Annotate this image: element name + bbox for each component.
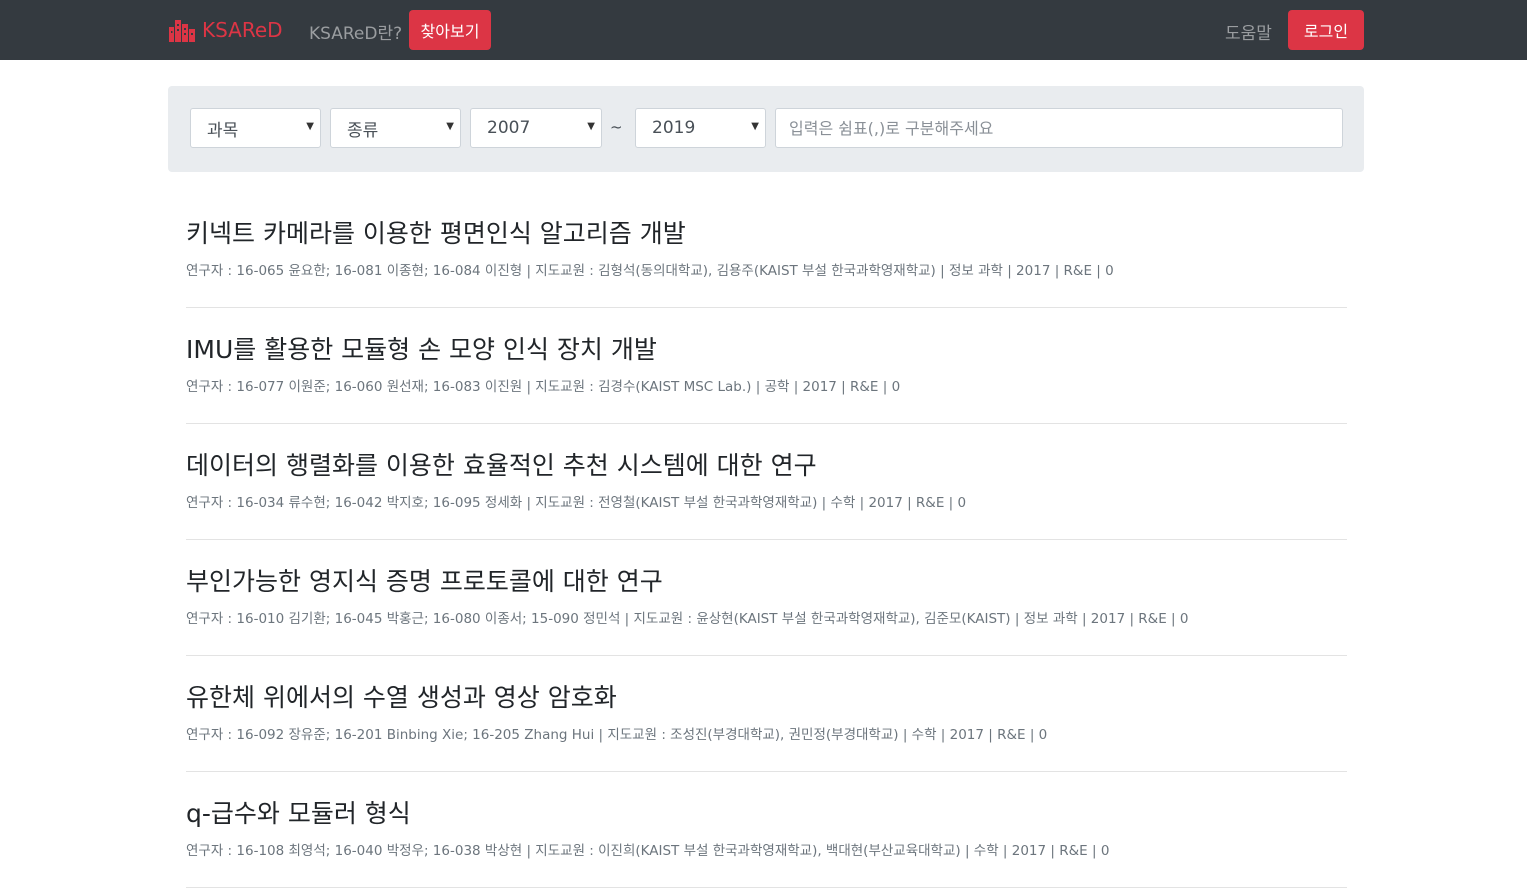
year-from-select[interactable]: 2007 ▼ bbox=[470, 108, 602, 148]
results-list: 키넥트 카메라를 이용한 평면인식 알고리즘 개발 연구자 : 16-065 윤… bbox=[186, 192, 1347, 888]
top-navbar: KSAReD KSAReD란? 찾아보기 도움말 로그인 bbox=[0, 0, 1527, 60]
list-item: IMU를 활용한 모듈형 손 모양 인식 장치 개발 연구자 : 16-077 … bbox=[186, 308, 1347, 424]
brand-link[interactable]: KSAReD bbox=[168, 17, 283, 43]
result-meta: 연구자 : 16-092 장유준; 16-201 Binbing Xie; 16… bbox=[186, 727, 1048, 743]
result-meta: 연구자 : 16-077 이원준; 16-060 원선재; 16-083 이진원… bbox=[186, 379, 901, 395]
subject-select[interactable]: 과목 ▼ bbox=[190, 108, 321, 148]
result-title-link[interactable]: IMU를 활용한 모듈형 손 모양 인식 장치 개발 bbox=[186, 330, 657, 366]
result-title-link[interactable]: 부인가능한 영지식 증명 프로토콜에 대한 연구 bbox=[186, 562, 663, 598]
year-from-value: 2007 bbox=[487, 118, 531, 138]
result-meta: 연구자 : 16-010 김기환; 16-045 박홍근; 16-080 이종서… bbox=[186, 611, 1189, 627]
building-logo-icon bbox=[169, 20, 195, 42]
result-meta: 연구자 : 16-034 류수현; 16-042 박지호; 16-095 정세화… bbox=[186, 495, 967, 511]
result-title-link[interactable]: 키넥트 카메라를 이용한 평면인식 알고리즘 개발 bbox=[186, 214, 686, 250]
list-item: 유한체 위에서의 수열 생성과 영상 암호화 연구자 : 16-092 장유준;… bbox=[186, 656, 1347, 772]
year-to-value: 2019 bbox=[652, 118, 696, 138]
type-select-value: 종류 bbox=[347, 120, 379, 141]
list-item: 데이터의 행렬화를 이용한 효율적인 추천 시스템에 대한 연구 연구자 : 1… bbox=[186, 424, 1347, 540]
login-button[interactable]: 로그인 bbox=[1288, 10, 1364, 50]
keyword-search-input[interactable] bbox=[775, 108, 1343, 148]
brand-name: KSAReD bbox=[202, 18, 283, 42]
type-select[interactable]: 종류 ▼ bbox=[330, 108, 461, 148]
browse-button[interactable]: 찾아보기 bbox=[409, 10, 491, 50]
chevron-down-icon: ▼ bbox=[751, 121, 759, 132]
result-title-link[interactable]: q-급수와 모듈러 형식 bbox=[186, 794, 411, 830]
chevron-down-icon: ▼ bbox=[306, 121, 314, 132]
result-title-link[interactable]: 유한체 위에서의 수열 생성과 영상 암호화 bbox=[186, 678, 617, 714]
year-range-separator: ~ bbox=[610, 118, 623, 136]
subject-select-value: 과목 bbox=[207, 120, 239, 141]
filter-panel: 과목 ▼ 종류 ▼ 2007 ▼ ~ 2019 ▼ bbox=[168, 86, 1364, 172]
year-to-select[interactable]: 2019 ▼ bbox=[635, 108, 766, 148]
nav-help-link[interactable]: 도움말 bbox=[1225, 19, 1272, 44]
result-meta: 연구자 : 16-108 최영석; 16-040 박정우; 16-038 박상현… bbox=[186, 843, 1110, 859]
chevron-down-icon: ▼ bbox=[587, 121, 595, 132]
result-title-link[interactable]: 데이터의 행렬화를 이용한 효율적인 추천 시스템에 대한 연구 bbox=[186, 446, 817, 482]
list-item: q-급수와 모듈러 형식 연구자 : 16-108 최영석; 16-040 박정… bbox=[186, 772, 1347, 888]
nav-about-link[interactable]: KSAReD란? bbox=[309, 19, 402, 44]
chevron-down-icon: ▼ bbox=[446, 121, 454, 132]
list-item: 키넥트 카메라를 이용한 평면인식 알고리즘 개발 연구자 : 16-065 윤… bbox=[186, 192, 1347, 308]
result-meta: 연구자 : 16-065 윤요한; 16-081 이종현; 16-084 이진형… bbox=[186, 263, 1114, 279]
list-item: 부인가능한 영지식 증명 프로토콜에 대한 연구 연구자 : 16-010 김기… bbox=[186, 540, 1347, 656]
